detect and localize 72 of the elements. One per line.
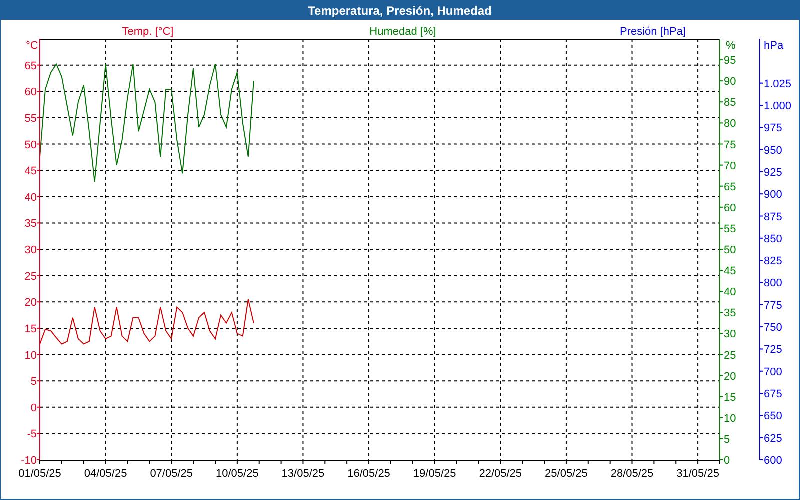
axis-tick-label: 55 (24, 112, 37, 125)
axis-tick-label: 650 (764, 410, 782, 423)
axis-tick-label: 0 (724, 455, 730, 467)
axis-tick-label: 25/05/25 (545, 468, 588, 480)
axis-tick-label: 35 (724, 308, 736, 320)
axis-tick-label: 50 (724, 244, 736, 256)
axis-tick-label: 725 (764, 344, 782, 356)
axis-tick-label: 90 (724, 76, 736, 88)
axis-tick-label: 16/05/25 (348, 468, 390, 480)
axis-tick-label: 900 (764, 189, 782, 202)
axis-title: Humedad [%] (370, 26, 436, 38)
axis-tick-label: 800 (764, 278, 782, 290)
axis-tick-label: 20 (24, 297, 37, 310)
axis-tick-label: 40 (724, 286, 736, 299)
axis-tick-label: 60 (24, 86, 37, 99)
axis-tick-label: 1.000 (764, 100, 792, 112)
axis-tick-label: 25 (24, 270, 37, 283)
axis-tick-label: 700 (764, 366, 782, 378)
axis-tick-label: 35 (24, 218, 37, 230)
axis-unit: % (726, 40, 736, 52)
axis-tick-label: 30 (24, 244, 37, 256)
axis-tick-label: 25 (724, 350, 736, 362)
axis-tick-label: 04/05/25 (84, 468, 128, 480)
axis-tick-label: 5 (724, 434, 730, 446)
axis-tick-label: 45 (24, 166, 37, 178)
axis-tick-label: -10 (21, 455, 37, 467)
axis-tick-label: 80 (724, 118, 736, 130)
axis-tick-label: 50 (24, 139, 37, 152)
axis-tick-label: 10/05/25 (216, 468, 259, 480)
axis-tick-label: 950 (764, 144, 782, 157)
axis-tick-label: 875 (764, 211, 782, 224)
axis-tick-label: 28/05/25 (610, 468, 654, 480)
axis-tick-label: 975 (764, 122, 782, 135)
axis-tick-label: 625 (764, 432, 782, 445)
axis-tick-label: 65 (24, 60, 37, 72)
axis-tick-label: 0 (30, 402, 37, 414)
axis-tick-label: 15 (724, 392, 736, 404)
axis-tick-label: 55 (724, 223, 736, 236)
axis-tick-label: 01/05/25 (18, 468, 62, 480)
axis-tick-label: 850 (764, 233, 782, 246)
axis-tick-label: 750 (764, 322, 782, 334)
axis-tick-label: 65 (724, 181, 736, 194)
axis-unit: °C (26, 40, 38, 52)
axis-tick-label: 10 (24, 350, 37, 362)
axis-tick-label: 10 (724, 412, 736, 425)
axis-tick-label: 22/05/25 (479, 468, 522, 480)
axis-tick-label: 925 (764, 166, 782, 179)
axis-tick-label: 75 (724, 139, 736, 152)
axis-tick-label: 45 (724, 266, 736, 278)
axis-tick-label: 60 (724, 202, 736, 214)
axis-tick-label: 07/05/25 (150, 468, 194, 480)
axis-tick-label: 675 (764, 388, 782, 401)
axis-tick-label: 95 (724, 55, 736, 68)
axis-title: Presión [hPa] (620, 26, 686, 38)
axis-tick-label: 5 (30, 376, 37, 388)
axis-title: Temp. [°C] (122, 26, 174, 38)
axis-tick-label: 1.025 (764, 78, 792, 90)
axis-tick-label: 85 (724, 97, 736, 110)
window-title: Temperatura, Presión, Humedad (1, 1, 799, 20)
axis-tick-label: 19/05/25 (413, 468, 456, 480)
axis-tick-label: 70 (724, 160, 736, 172)
axis-tick-label: 825 (764, 256, 782, 268)
axis-tick-label: 20 (724, 370, 736, 383)
axis-tick-label: 13/05/25 (282, 468, 325, 480)
axis-tick-label: 15 (24, 323, 37, 336)
axis-tick-label: 600 (764, 455, 782, 467)
axis-tick-label: 40 (24, 192, 37, 204)
axis-tick-label: 30 (724, 328, 736, 341)
axis-tick-label: -5 (27, 428, 37, 441)
axis-tick-label: 31/05/25 (676, 468, 720, 480)
axis-unit: hPa (764, 40, 784, 52)
axis-tick-label: 775 (764, 300, 782, 312)
